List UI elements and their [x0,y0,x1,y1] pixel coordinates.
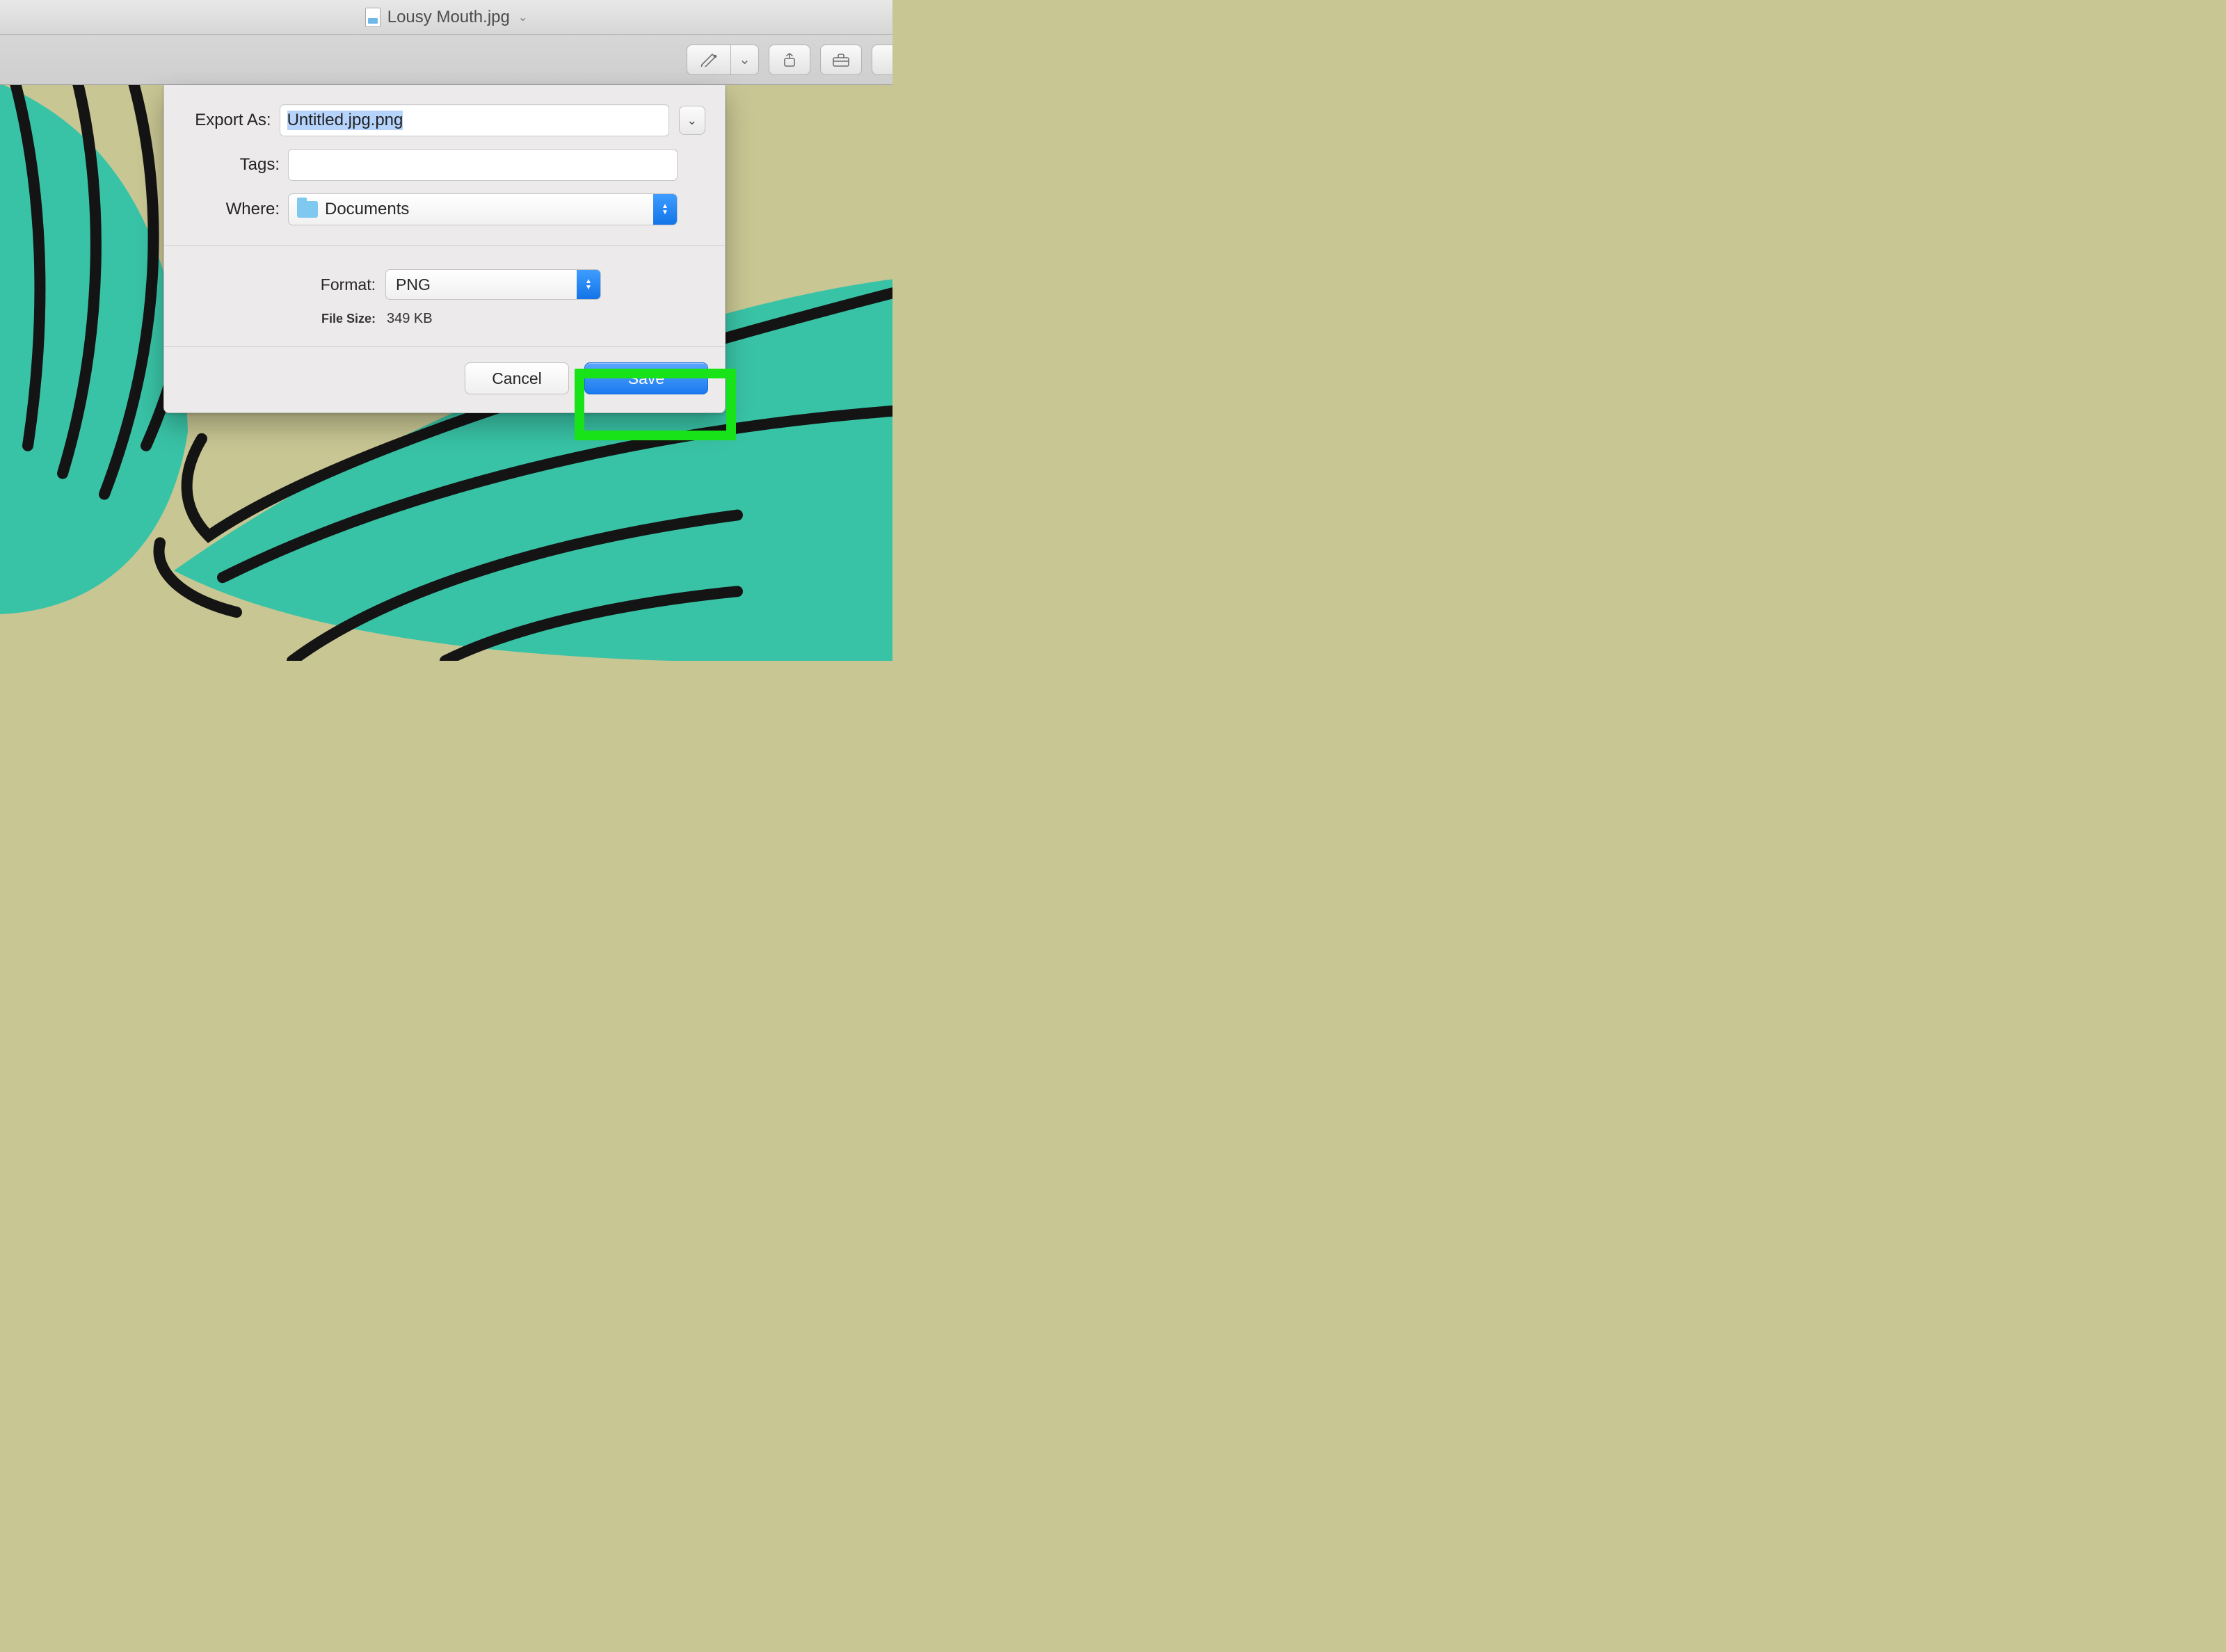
tags-input[interactable] [288,149,678,181]
tags-label: Tags: [184,155,288,175]
window-title[interactable]: Lousy Mouth.jpg [387,8,510,27]
markup-pencil-icon [700,53,718,67]
cancel-button[interactable]: Cancel [465,362,569,394]
updown-stepper-icon: ▲▼ [653,194,677,225]
document-icon [365,8,381,27]
export-as-value: Untitled.jpg.png [287,111,403,130]
toolbar-overflow-button[interactable] [872,45,892,75]
save-button[interactable]: Save [584,362,708,394]
toolbar: ⌄ [0,35,892,85]
markup-dropdown-button[interactable]: ⌄ [731,45,759,75]
folder-icon [297,201,318,218]
dialog-footer: Cancel Save [164,347,725,412]
cancel-button-label: Cancel [492,369,542,388]
expand-save-panel-button[interactable]: ⌄ [679,106,705,135]
format-value: PNG [386,275,577,294]
save-button-label: Save [628,369,664,388]
where-select[interactable]: Documents ▲▼ [288,193,678,225]
filesize-value: 349 KB [385,311,433,327]
updown-stepper-icon: ▲▼ [577,270,600,299]
toolbox-button[interactable] [820,45,862,75]
chevron-down-icon: ⌄ [739,51,751,68]
title-dropdown-icon[interactable]: ⌄ [518,10,527,24]
filesize-label: File Size: [184,312,385,326]
export-as-input[interactable]: Untitled.jpg.png [280,104,669,136]
where-label: Where: [184,200,288,219]
toolbox-icon [831,52,851,67]
export-as-label: Export As: [184,111,280,130]
chevron-down-icon: ⌄ [687,113,697,128]
format-label: Format: [184,275,385,294]
rotate-icon [780,52,799,67]
export-dialog: Export As: Untitled.jpg.png ⌄ Tags: Wher… [163,85,726,413]
where-value: Documents [325,200,653,219]
window-titlebar: Lousy Mouth.jpg ⌄ [0,0,892,35]
markup-button-group: ⌄ [687,45,759,75]
format-select[interactable]: PNG ▲▼ [385,269,601,300]
rotate-button[interactable] [769,45,810,75]
markup-button[interactable] [687,45,731,75]
